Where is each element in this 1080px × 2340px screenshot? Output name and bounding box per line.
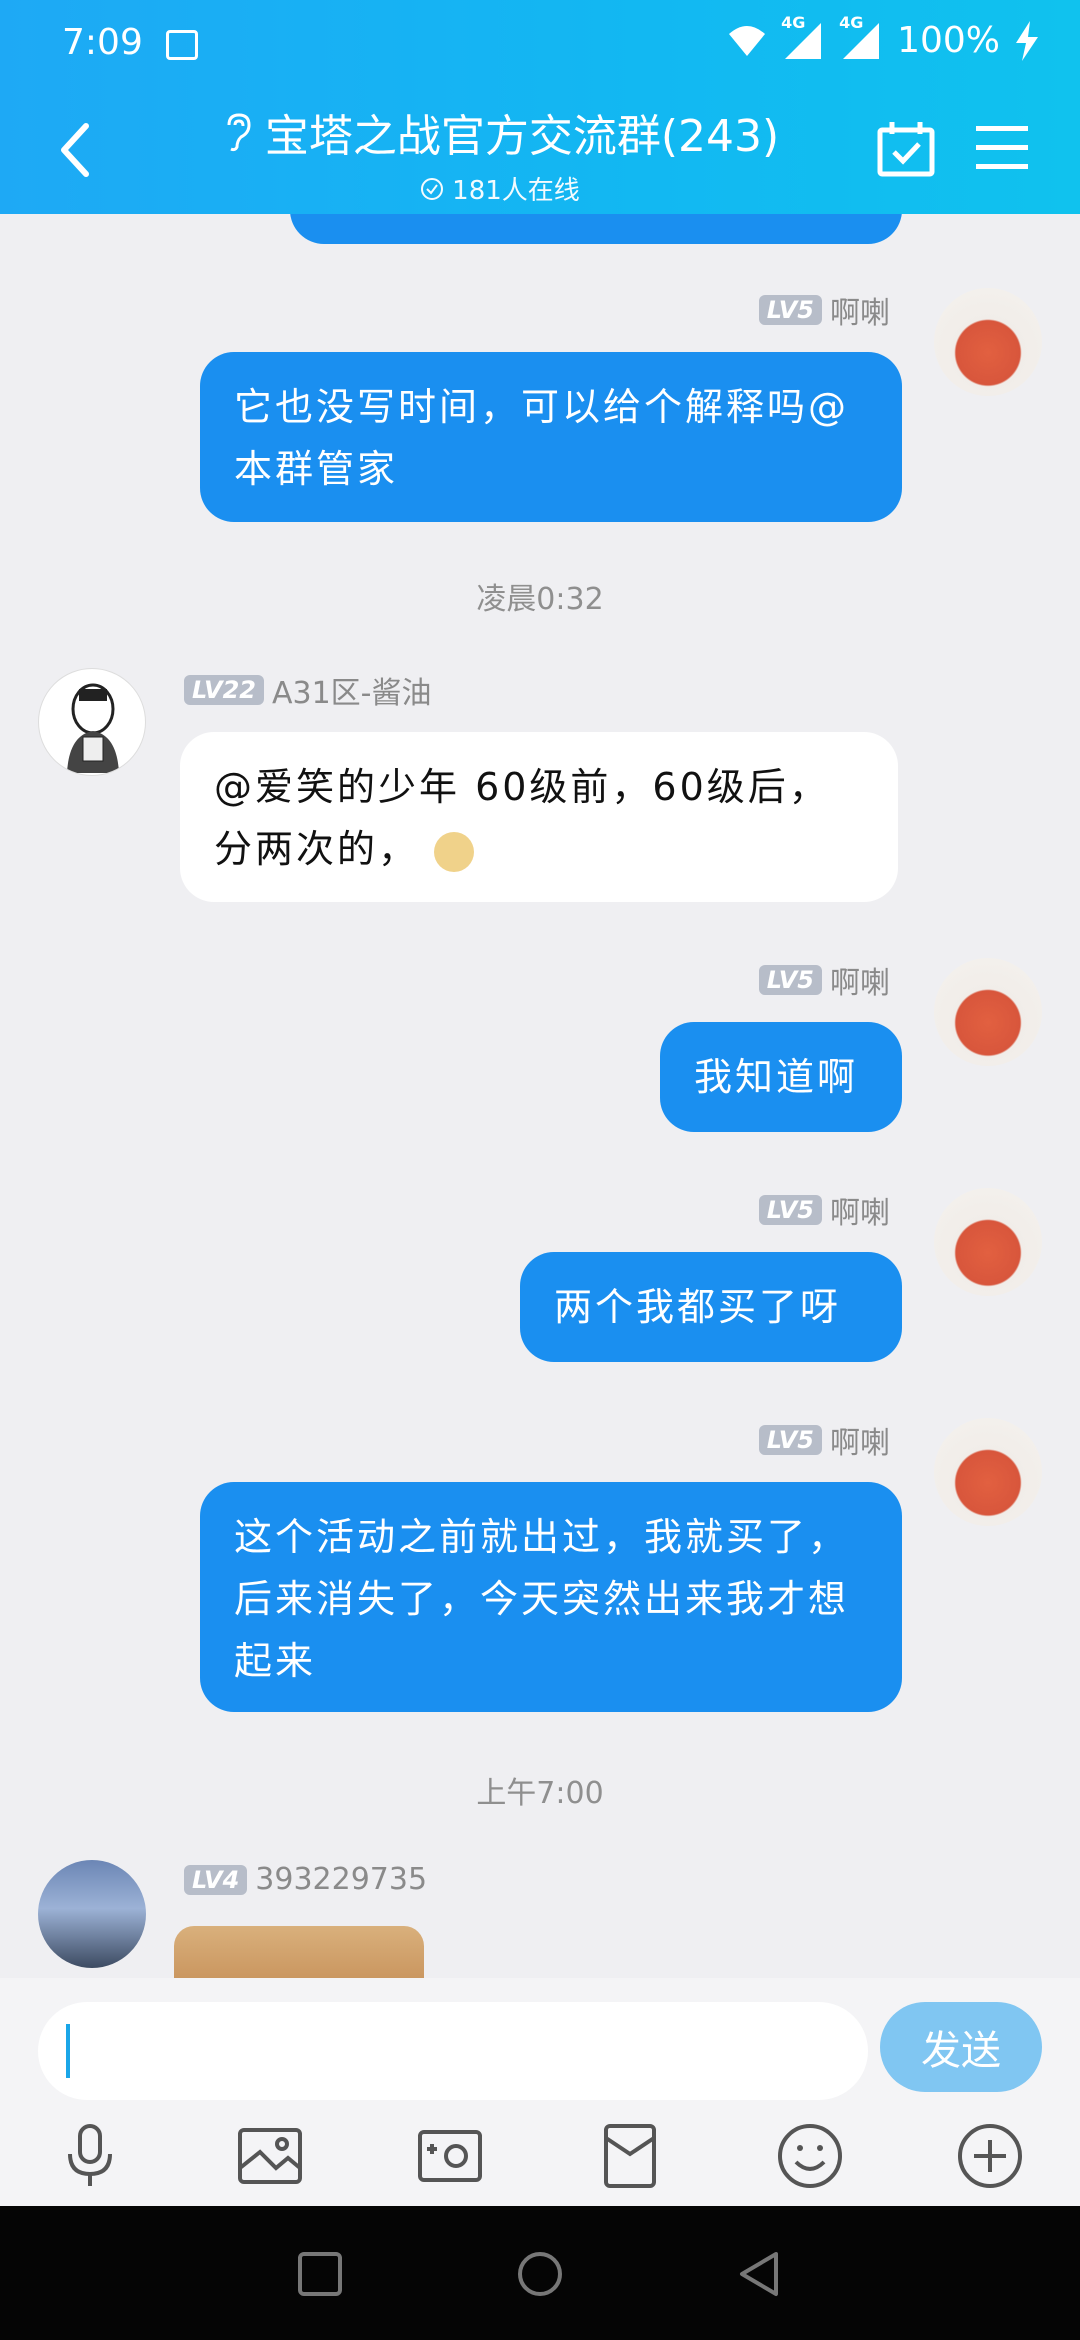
app-header: 7:09 4G 4G 100% 宝塔之战官方交流群(243) 181人在线 (0, 0, 1080, 214)
text-caret (66, 2024, 70, 2078)
status-bar: 7:09 4G 4G 100% (0, 0, 1080, 92)
signal-icon-2: 4G (839, 13, 883, 61)
timestamp: 凌晨0:32 (476, 582, 604, 617)
chat-nav-bar: 宝塔之战官方交流群(243) 181人在线 (0, 92, 1080, 214)
level-badge: LV5 (758, 295, 822, 325)
message-bubble[interactable]: 它也没写时间，可以给个解释吗@本群管家 (200, 352, 902, 522)
online-count: 181人在线 (452, 176, 580, 206)
recents-square-icon[interactable] (296, 2250, 344, 2298)
group-title: 宝塔之战官方交流群(243) (264, 111, 780, 162)
message-list[interactable]: LV5 啊喇 它也没写时间，可以给个解释吗@本群管家 凌晨0:32 LV22 A… (0, 214, 1080, 1978)
sender-row: LV22 A31区-酱油 (184, 668, 432, 712)
emoji-icon (434, 831, 475, 872)
level-badge: LV22 (184, 675, 264, 705)
level-badge: LV5 (758, 1195, 822, 1225)
level-badge: LV4 (184, 1864, 248, 1895)
sender-row: LV5 啊喇 (758, 1418, 890, 1462)
avatar[interactable] (934, 958, 1042, 1066)
sender-name: 啊喇 (830, 296, 890, 331)
sender-name: 啊喇 (830, 1196, 890, 1231)
level-badge: LV5 (758, 1425, 822, 1455)
online-check-icon (421, 177, 444, 200)
wifi-icon (729, 25, 766, 56)
composer: 发送 (0, 1978, 1080, 2206)
avatar[interactable] (38, 668, 146, 776)
avatar[interactable] (934, 1188, 1042, 1296)
sender-name: 393229735 (255, 1862, 428, 1897)
battery-percent: 100% (897, 20, 1000, 61)
signal-icon-1: 4G (781, 13, 825, 61)
message-bubble-partial[interactable] (290, 214, 902, 244)
level-badge: LV5 (758, 965, 822, 995)
message-bubble[interactable]: 这个活动之前就出过，我就买了，后来消失了，今天突然出来我才想起来 (200, 1482, 902, 1712)
message-bubble[interactable]: 两个我都买了呀 (520, 1252, 902, 1362)
system-navigation-bar (0, 2206, 1080, 2340)
timestamp: 上午7:00 (476, 1776, 604, 1811)
image-message-preview[interactable] (174, 1926, 424, 1978)
sender-name: A31区-酱油 (271, 676, 432, 711)
gallery-notification-icon (166, 30, 198, 60)
emoji-picker-icon[interactable] (776, 2122, 844, 2190)
send-button[interactable]: 发送 (880, 2002, 1042, 2092)
microphone-icon[interactable] (56, 2122, 124, 2190)
image-picker-icon[interactable] (236, 2122, 304, 2190)
home-circle-icon[interactable] (516, 2250, 564, 2298)
plus-more-icon[interactable] (956, 2122, 1024, 2190)
red-packet-icon[interactable] (596, 2122, 664, 2190)
sender-row: LV4 393229735 (184, 1862, 427, 1897)
message-bubble[interactable]: 我知道啊 (660, 1022, 902, 1132)
calendar-check-icon[interactable] (876, 120, 936, 180)
status-time: 7:09 (62, 22, 143, 63)
sender-row: LV5 啊喇 (758, 1188, 890, 1232)
back-arrow-icon[interactable] (52, 120, 102, 180)
sender-name: 啊喇 (830, 966, 890, 1001)
back-triangle-icon[interactable] (736, 2250, 784, 2298)
avatar[interactable] (38, 1860, 146, 1968)
menu-icon[interactable] (974, 122, 1030, 174)
sender-row: LV5 啊喇 (758, 288, 890, 332)
charging-icon (1016, 20, 1038, 61)
message-input[interactable] (38, 2002, 868, 2100)
message-bubble[interactable]: @爱笑的少年 60级前，60级后，分两次的， (180, 732, 898, 902)
sender-name: 啊喇 (830, 1426, 890, 1461)
avatar[interactable] (934, 1418, 1042, 1526)
chat-title-area[interactable]: 宝塔之战官方交流群(243) 181人在线 (190, 100, 810, 207)
camera-icon[interactable] (416, 2122, 484, 2190)
ear-icon (227, 113, 251, 152)
sender-row: LV5 啊喇 (758, 958, 890, 1002)
composer-toolbar (0, 2110, 1080, 2206)
avatar[interactable] (934, 288, 1042, 396)
